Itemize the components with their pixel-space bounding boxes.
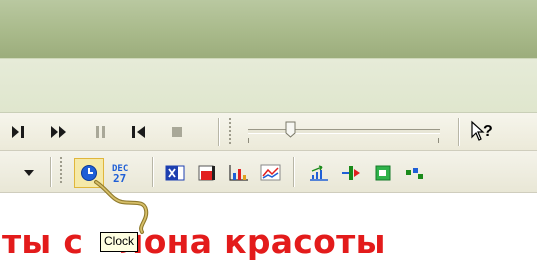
slider-ticks [248,138,439,143]
insert-object-button[interactable] [194,160,220,186]
blocks-icon [406,168,423,179]
help-cursor-icon: ? [471,120,493,141]
red-object-icon [198,165,215,181]
window-menu-area [0,58,537,113]
help-pointer-button[interactable]: ? [467,118,501,144]
heading-left: ты с [2,222,84,261]
pause-icon [96,126,105,138]
green-field-icon [375,165,391,181]
toolbar-separator [50,157,51,187]
toolbar-separator [293,157,294,187]
insert-field-button[interactable] [370,160,396,186]
window-background-band [0,0,537,58]
sequence-arrows-icon [310,165,328,181]
step-forward-icon [12,126,24,138]
media-slider-thumb[interactable] [285,121,296,138]
insert-sequence-button[interactable] [306,160,332,186]
stop-button[interactable] [164,119,190,145]
stop-icon [172,127,182,137]
excel-sheet-icon [165,165,185,181]
insert-chart-button[interactable] [226,160,252,186]
fast-forward-icon [51,126,66,138]
insert-graph-button[interactable] [258,160,284,186]
media-slider-track[interactable] [248,129,440,134]
insert-excel-button[interactable] [162,160,188,186]
fast-forward-button[interactable] [46,119,72,145]
split-arrow-icon [342,166,360,180]
insert-blocks-button[interactable] [402,160,428,186]
clock-tooltip: Clock [100,232,139,252]
heading-right: лона красоты [119,222,386,261]
play-step-button[interactable] [6,119,32,145]
toolbar-grip[interactable] [59,157,63,185]
insert-split-button[interactable] [338,160,364,186]
bar-chart-icon [229,165,248,181]
pause-button[interactable] [88,119,114,145]
skip-back-icon [132,126,145,138]
svg-text:?: ? [483,123,493,140]
tooltip-text: Clock [104,234,135,248]
chevron-down-icon [24,170,34,176]
line-graph-icon [260,164,281,181]
rewind-button[interactable] [126,119,152,145]
toolbar-separator [218,118,219,146]
toolbar-dropdown-button[interactable] [16,160,42,186]
toolbar-grip[interactable] [228,118,232,146]
page-heading: ты с лона красоты [2,222,386,261]
toolbar-separator [458,118,459,146]
